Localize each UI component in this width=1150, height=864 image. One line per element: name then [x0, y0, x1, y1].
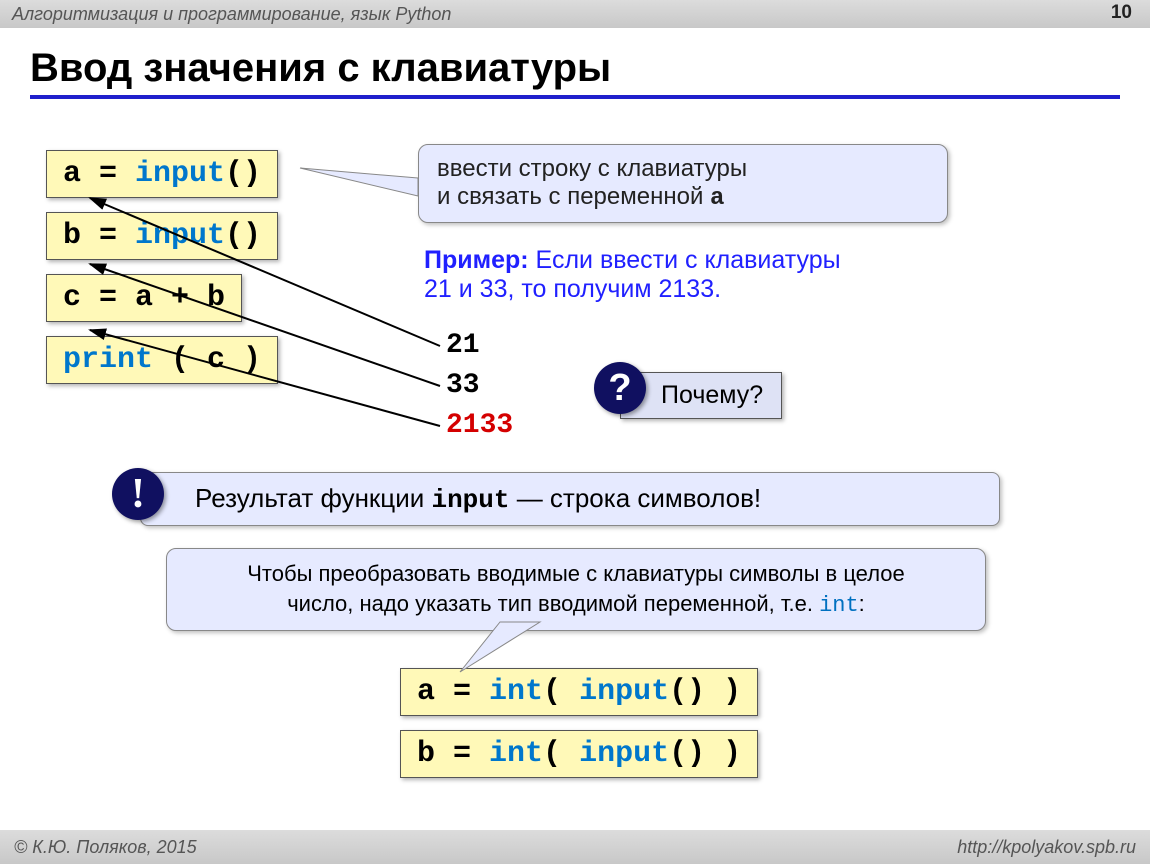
slide-body: Ввод значения с клавиатуры a = input() b…	[0, 28, 1150, 830]
page-number: 10	[1111, 2, 1132, 24]
code-line-4: print ( c )	[46, 336, 278, 384]
speech-bubble-input: ввести строку с клавиатуры и связать с п…	[418, 144, 948, 223]
code-int-1: a = int( input() )	[400, 668, 758, 716]
code-line-2: b = input()	[46, 212, 278, 260]
code-int-2: b = int( input() )	[400, 730, 758, 778]
exclamation-icon: !	[112, 468, 164, 520]
code-line-1: a = input()	[46, 150, 278, 198]
conversion-box: Чтобы преобразовать вводимые с клавиатур…	[166, 548, 986, 631]
output-33: 33	[446, 370, 480, 401]
code-line-3: c = a + b	[46, 274, 242, 322]
slide-title: Ввод значения с клавиатуры	[30, 46, 1120, 99]
header-bar: Алгоритмизация и программирование, язык …	[0, 0, 1150, 28]
footer-author: © К.Ю. Поляков, 2015	[14, 837, 197, 858]
footer-url: http://kpolyakov.spb.ru	[957, 837, 1136, 858]
info-box: Результат функции input — строка символо…	[140, 472, 1000, 526]
output-21: 21	[446, 330, 480, 361]
header-subject: Алгоритмизация и программирование, язык …	[12, 4, 451, 25]
footer-bar: © К.Ю. Поляков, 2015 http://kpolyakov.sp…	[0, 830, 1150, 864]
question-mark-icon: ?	[594, 362, 646, 414]
output-2133: 2133	[446, 410, 513, 441]
example-text: Пример: Если ввести с клавиатуры 21 и 33…	[424, 246, 1064, 304]
